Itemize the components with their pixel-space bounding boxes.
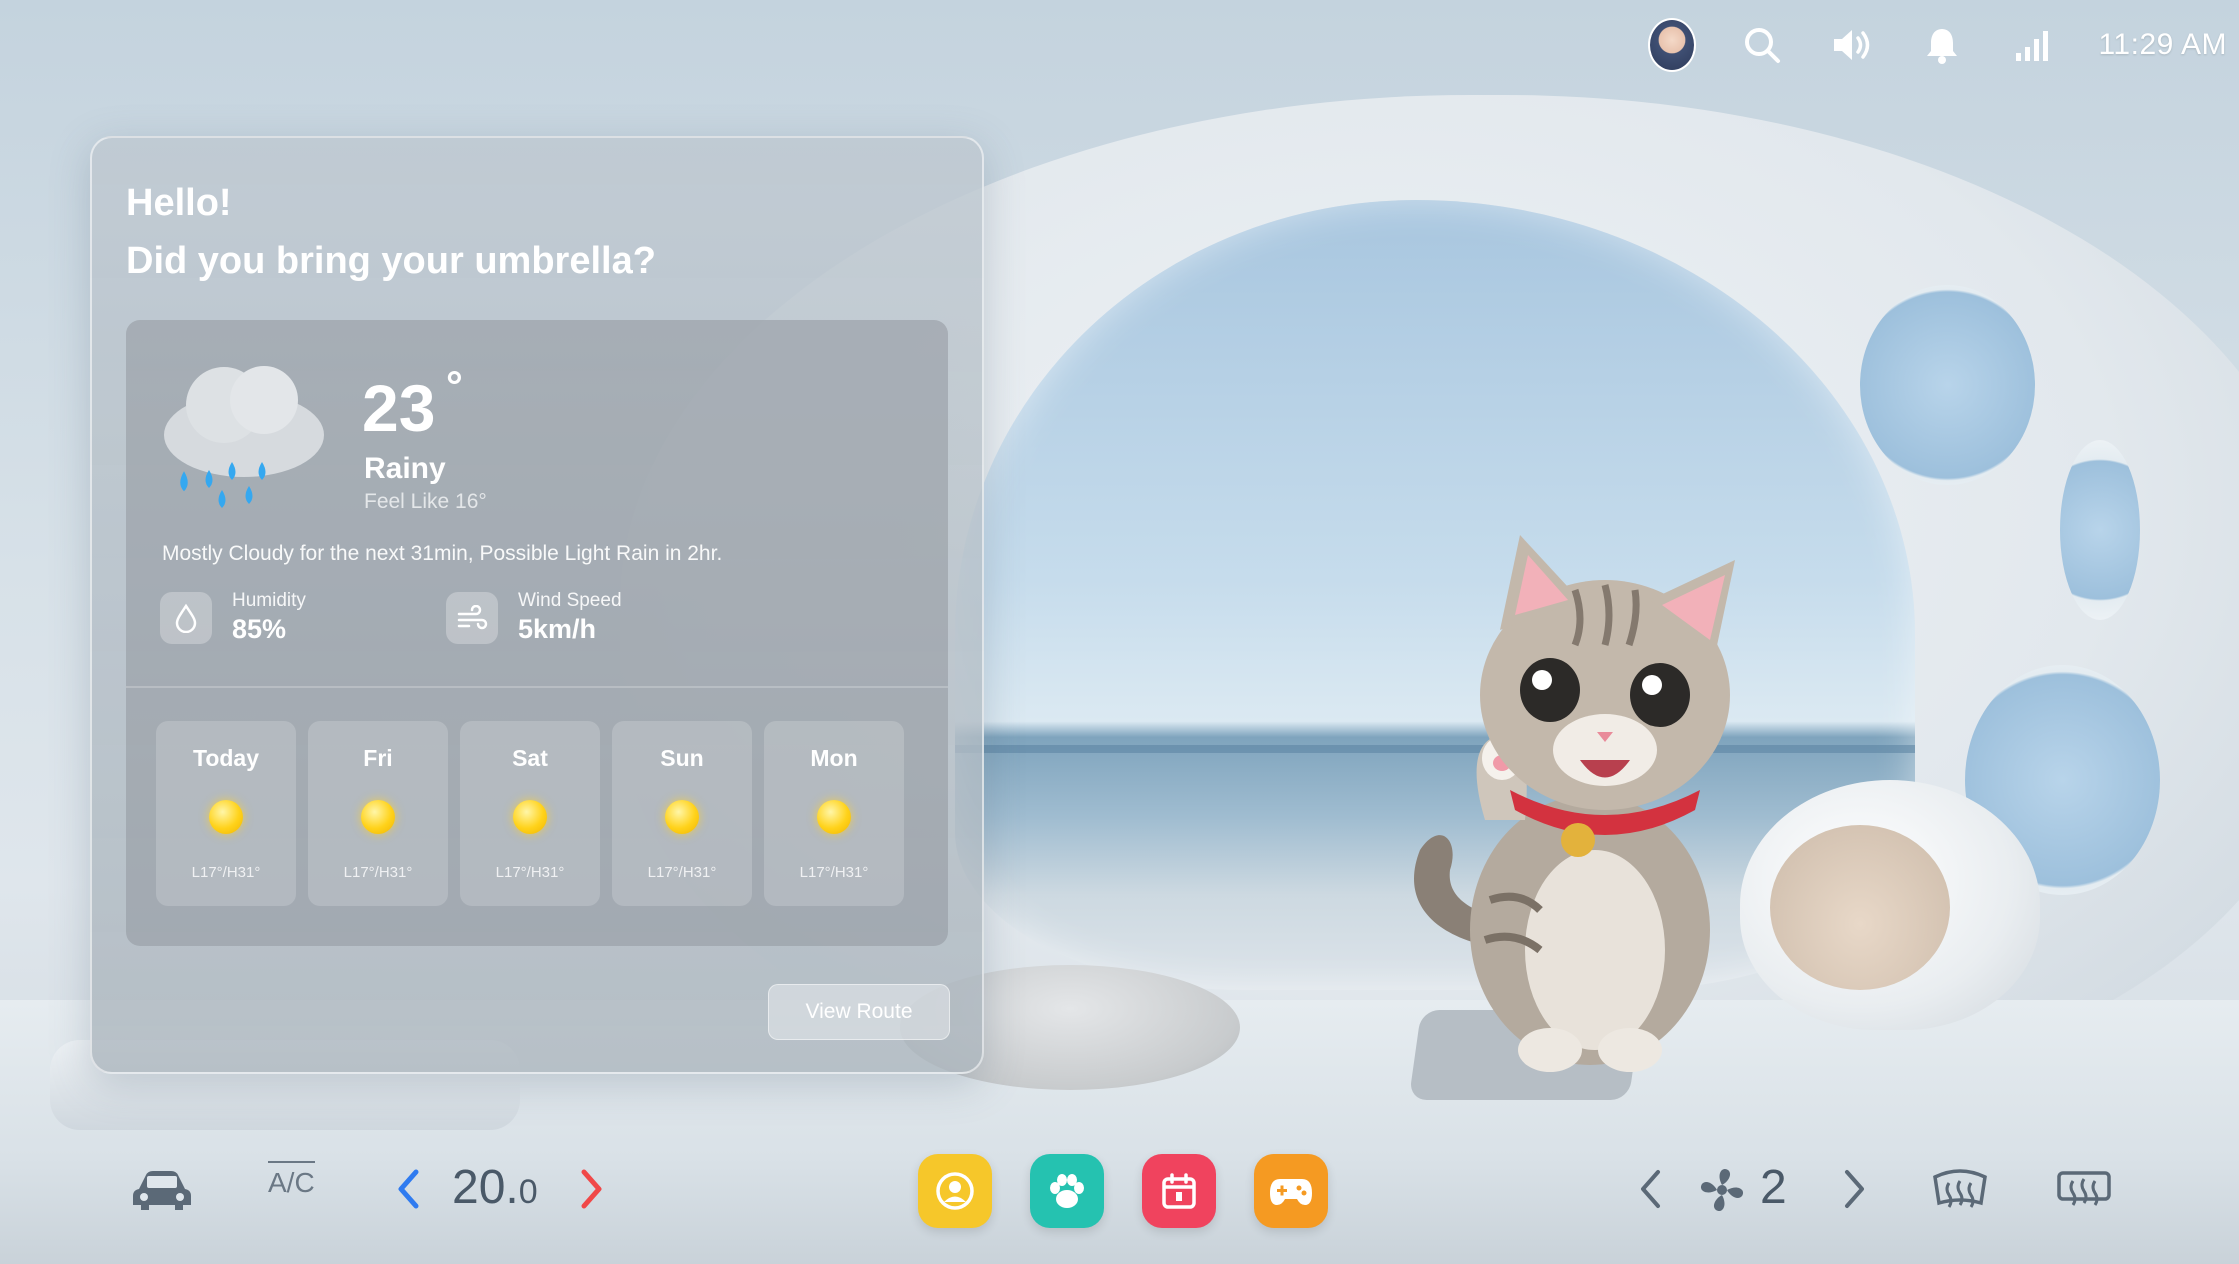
feels-like: Feel Like 16° xyxy=(364,490,487,513)
view-route-button[interactable]: View Route xyxy=(768,984,950,1040)
humidity-value: 85% xyxy=(232,614,287,644)
ac-toggle[interactable]: A/C xyxy=(268,1161,315,1199)
forecast-range: L17°/H31° xyxy=(191,864,261,881)
rain-cloud-icon xyxy=(164,366,324,508)
fan-increase-button[interactable] xyxy=(1835,1158,1875,1220)
greeting-hello: Hello! xyxy=(126,182,232,224)
weather-summary: Mostly Cloudy for the next 31min, Possib… xyxy=(162,542,723,565)
pet-app-button[interactable] xyxy=(1030,1154,1104,1228)
front-defrost-icon[interactable] xyxy=(1928,1160,1992,1220)
sun-icon xyxy=(665,800,699,834)
paw-icon xyxy=(1050,1174,1084,1208)
wind-label: Wind Speed xyxy=(518,590,622,611)
porthole-upper xyxy=(1860,285,2035,485)
signal-icon xyxy=(2008,21,2056,69)
porthole-right xyxy=(2060,440,2140,620)
sun-icon xyxy=(817,800,851,834)
forecast-day-name: Fri xyxy=(363,745,393,771)
temperature-setting: 20.0 xyxy=(452,1160,538,1215)
car-icon[interactable] xyxy=(130,1160,194,1220)
volume-icon[interactable] xyxy=(1828,21,1876,69)
weather-panel: 23 ° Rainy Feel Like 16° Mostly Cloudy f… xyxy=(126,320,948,946)
wind-value: 5km/h xyxy=(518,614,597,644)
fan-decrease-button[interactable] xyxy=(1630,1158,1670,1220)
temperature-integer: 20. xyxy=(452,1161,519,1214)
droplet-icon xyxy=(160,591,212,644)
weather-condition: Rainy xyxy=(364,452,446,485)
temp-increase-button[interactable] xyxy=(572,1158,612,1220)
wind-icon xyxy=(446,591,498,644)
rear-defrost-icon[interactable] xyxy=(2052,1160,2116,1220)
cat-character[interactable] xyxy=(1390,520,1810,1080)
clock: 11:29 AM xyxy=(2098,28,2227,61)
games-app-button[interactable] xyxy=(1254,1154,1328,1228)
weather-card: Hello! Did you bring your umbrella? 23 °… xyxy=(90,136,984,1074)
bell-icon[interactable] xyxy=(1918,21,1966,69)
search-icon[interactable] xyxy=(1738,21,1786,69)
profile-app-button[interactable] xyxy=(918,1154,992,1228)
forecast-day-name: Mon xyxy=(810,745,858,771)
avatar-image xyxy=(1648,18,1697,72)
temperature-decimal: 0 xyxy=(518,1173,538,1211)
avatar[interactable] xyxy=(1648,18,1697,72)
forecast-range: L17°/H31° xyxy=(343,864,413,881)
forecast-range: L17°/H31° xyxy=(799,864,869,881)
gamepad-icon xyxy=(1270,1179,1312,1205)
forecast-range: L17°/H31° xyxy=(495,864,565,881)
forecast-day[interactable]: Sat L17°/H31° xyxy=(460,721,600,906)
degree-symbol: ° xyxy=(446,362,463,409)
app-launcher xyxy=(918,1154,1328,1228)
divider xyxy=(126,686,948,688)
fan-icon xyxy=(1690,1160,1754,1220)
calendar-icon xyxy=(1162,1173,1196,1209)
current-temperature: 23 xyxy=(362,371,436,445)
sun-icon xyxy=(209,800,243,834)
greeting-question: Did you bring your umbrella? xyxy=(126,240,656,282)
sun-icon xyxy=(513,800,547,834)
temp-decrease-button[interactable] xyxy=(388,1158,428,1220)
forecast-day[interactable]: Today L17°/H31° xyxy=(156,721,296,906)
humidity-label: Humidity xyxy=(232,590,306,611)
forecast-day-name: Today xyxy=(192,745,260,771)
status-bar: 11:29 AM xyxy=(1648,14,2227,76)
humidity-metric: Humidity 85% xyxy=(160,590,306,645)
calendar-app-button[interactable] xyxy=(1142,1154,1216,1228)
greeting: Hello! Did you bring your umbrella? xyxy=(126,174,656,290)
forecast-day[interactable]: Sun L17°/H31° xyxy=(612,721,752,906)
forecast-day-name: Sun xyxy=(660,745,704,771)
fan-level: 2 xyxy=(1760,1161,1787,1214)
forecast-row: Today L17°/H31° Fri L17°/H31° Sat L17°/H… xyxy=(156,721,904,906)
sun-icon xyxy=(361,800,395,834)
forecast-day-name: Sat xyxy=(512,745,548,771)
forecast-day[interactable]: Mon L17°/H31° xyxy=(764,721,904,906)
forecast-day[interactable]: Fri L17°/H31° xyxy=(308,721,448,906)
forecast-range: L17°/H31° xyxy=(647,864,717,881)
wind-metric: Wind Speed 5km/h xyxy=(446,590,622,645)
person-icon xyxy=(936,1172,974,1210)
